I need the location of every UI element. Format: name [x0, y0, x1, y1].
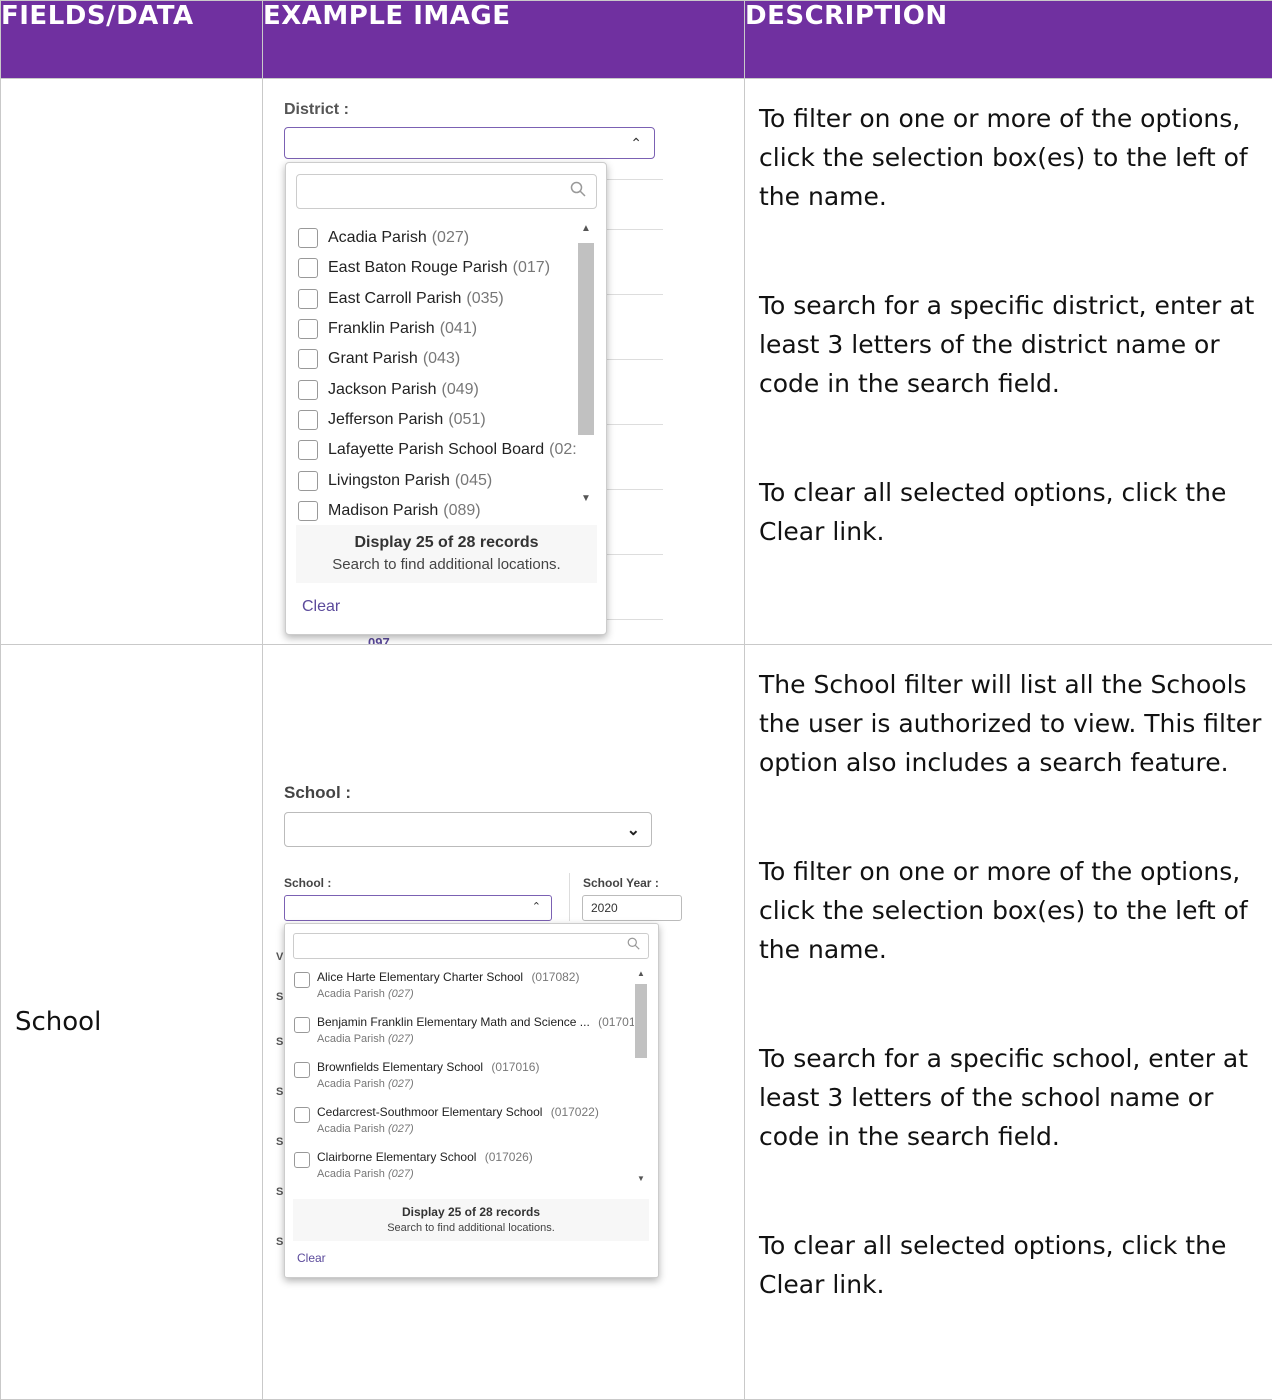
background-line: [603, 489, 663, 490]
school-year-select[interactable]: 2020: [582, 895, 682, 921]
checkbox[interactable]: [294, 1152, 310, 1168]
list-item[interactable]: Clairborne Elementary School (017026)Aca…: [294, 1149, 634, 1194]
search-icon: [570, 181, 586, 202]
checkbox[interactable]: [294, 1017, 310, 1033]
checkbox[interactable]: [298, 440, 318, 460]
list-item[interactable]: Lafayette Parish School Board(02:: [298, 435, 578, 465]
district-row: 097 District : ⌃ Acadia Parish(027): [1, 79, 1272, 645]
school-footer: Display 25 of 28 records Search to find …: [293, 1199, 649, 1241]
list-item[interactable]: East Baton Rouge Parish(017): [298, 253, 578, 283]
scrollbar-thumb[interactable]: [578, 243, 594, 435]
scrollbar-thumb[interactable]: [635, 984, 647, 1058]
list-item[interactable]: Madison Parish(089): [298, 496, 578, 526]
list-item[interactable]: Franklin Parish(041): [298, 314, 578, 344]
school-search-input[interactable]: [293, 933, 649, 959]
list-item[interactable]: East Carroll Parish(035): [298, 284, 578, 314]
background-edge: S: [276, 1036, 283, 1048]
list-item[interactable]: Brownfields Elementary School (017016)Ac…: [294, 1059, 634, 1104]
header-example-image: EXAMPLE IMAGE: [263, 1, 745, 79]
checkbox[interactable]: [298, 410, 318, 430]
district-footer: Display 25 of 28 records Search to find …: [296, 525, 597, 583]
list-item[interactable]: Grant Parish(043): [298, 344, 578, 374]
record-count: Display 25 of 28 records: [296, 525, 597, 552]
background-line: [603, 294, 663, 295]
background-line: [603, 424, 663, 425]
background-text: 097: [368, 635, 390, 644]
caret-up-icon: ⌃: [532, 900, 541, 913]
list-item[interactable]: Alice Harte Elementary Charter School (0…: [294, 969, 634, 1014]
school-field-name: School: [1, 645, 263, 1400]
background-edge: S: [276, 1236, 283, 1248]
filters-table: FIELDS/DATA EXAMPLE IMAGE DESCRIPTION 09…: [0, 0, 1272, 1400]
checkbox[interactable]: [298, 380, 318, 400]
header-fields: FIELDS/DATA: [1, 1, 263, 79]
header-description: DESCRIPTION: [745, 1, 1272, 79]
scrollbar[interactable]: ▲ ▼: [635, 969, 647, 1191]
list-item[interactable]: Cedarcrest-Southmoor Elementary School (…: [294, 1104, 634, 1149]
checkbox[interactable]: [298, 471, 318, 491]
scroll-down-icon[interactable]: ▼: [637, 1174, 645, 1183]
school-row: School School : ⌄ School : ⌃ School Year…: [1, 645, 1272, 1400]
scroll-down-icon[interactable]: ▼: [581, 493, 591, 504]
background-edge: V: [276, 951, 283, 963]
district-dropdown: Acadia Parish(027) East Baton Rouge Pari…: [285, 162, 607, 635]
school-select-open[interactable]: ⌃: [284, 895, 552, 921]
district-list: Acadia Parish(027) East Baton Rouge Pari…: [298, 223, 578, 526]
chevron-down-icon: ⌄: [627, 820, 640, 840]
district-search-input[interactable]: [296, 174, 597, 209]
district-label: District :: [284, 101, 349, 119]
record-count: Display 25 of 28 records: [293, 1199, 649, 1219]
search-hint: Search to find additional locations.: [296, 552, 597, 573]
list-item[interactable]: Jefferson Parish(051): [298, 405, 578, 435]
background-line: [603, 179, 663, 180]
checkbox[interactable]: [298, 319, 318, 339]
background-edge: S: [276, 1086, 283, 1098]
list-item[interactable]: Livingston Parish(045): [298, 465, 578, 495]
school-example-cell: School : ⌄ School : ⌃ School Year : 2020…: [263, 645, 745, 1400]
background-line: [603, 359, 663, 360]
background-edge: S: [276, 1136, 283, 1148]
clear-link[interactable]: Clear: [302, 598, 340, 616]
district-field-name: [1, 79, 263, 645]
search-hint: Search to find additional locations.: [293, 1219, 649, 1234]
list-item[interactable]: Acadia Parish(027): [298, 223, 578, 253]
scroll-up-icon[interactable]: ▲: [637, 969, 645, 978]
checkbox[interactable]: [294, 972, 310, 988]
search-icon: [627, 937, 640, 953]
district-description: To filter on one or more of the options,…: [745, 79, 1272, 645]
district-screenshot: 097 District : ⌃ Acadia Parish(027): [263, 79, 744, 644]
checkbox[interactable]: [294, 1107, 310, 1123]
school-list: Alice Harte Elementary Charter School (0…: [294, 969, 634, 1194]
district-example-cell: 097 District : ⌃ Acadia Parish(027): [263, 79, 745, 645]
background-line: [603, 554, 663, 555]
background-line: [603, 619, 663, 620]
checkbox[interactable]: [294, 1062, 310, 1078]
school-select[interactable]: ⌄: [284, 812, 652, 847]
checkbox[interactable]: [298, 289, 318, 309]
caret-up-icon: ⌃: [630, 135, 642, 152]
list-item[interactable]: Jackson Parish(049): [298, 374, 578, 404]
background-edge: S: [276, 1186, 283, 1198]
checkbox[interactable]: [298, 349, 318, 369]
background-edge: S: [276, 991, 283, 1003]
list-item[interactable]: Benjamin Franklin Elementary Math and Sc…: [294, 1014, 634, 1059]
background-line: [603, 229, 663, 230]
scrollbar[interactable]: ▲ ▼: [578, 223, 594, 523]
district-select[interactable]: ⌃: [284, 127, 655, 159]
school-label: School :: [284, 783, 351, 803]
checkbox[interactable]: [298, 501, 318, 521]
clear-link[interactable]: Clear: [297, 1251, 326, 1265]
school-description: The School filter will list all the Scho…: [745, 645, 1272, 1400]
school-year-label: School Year :: [583, 876, 659, 890]
school-label-small: School :: [284, 876, 331, 890]
checkbox[interactable]: [298, 228, 318, 248]
header-row: FIELDS/DATA EXAMPLE IMAGE DESCRIPTION: [1, 1, 1272, 79]
divider: [569, 873, 570, 921]
school-screenshot: School : ⌄ School : ⌃ School Year : 2020…: [263, 645, 744, 1399]
school-dropdown: Alice Harte Elementary Charter School (0…: [284, 923, 659, 1278]
checkbox[interactable]: [298, 258, 318, 278]
scroll-up-icon[interactable]: ▲: [581, 223, 591, 234]
